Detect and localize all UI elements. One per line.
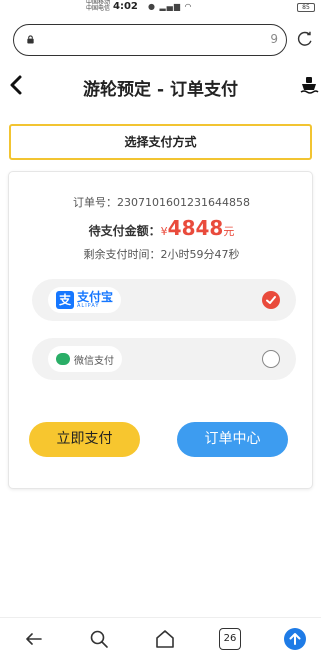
pay-now-button[interactable]: 立即支付 (29, 422, 140, 457)
wechat-pay-name: 微信支付 (74, 355, 114, 367)
alipay-text: 支付宝 ALIPAY (77, 291, 113, 309)
remaining-time-label: 剩余支付时间： (83, 248, 161, 261)
battery-icon: 85 (297, 3, 315, 12)
amount-label: 待支付金额： (88, 224, 161, 238)
wifi-icon: ◠ (184, 2, 193, 11)
lock-icon (27, 35, 34, 44)
alipay-name-en: ALIPAY (77, 303, 100, 309)
status-time: 4:02 (113, 1, 138, 12)
tabs-icon[interactable]: 26 (219, 628, 241, 650)
wechat-icon (56, 353, 70, 365)
remaining-time-line: 剩余支付时间：2小时59分47秒 (9, 246, 314, 262)
amount-currency: ¥ (160, 225, 168, 238)
remaining-time: 2小时59分47秒 (160, 248, 240, 261)
ship-icon[interactable] (299, 75, 319, 95)
order-number-line: 订单号：2307101601231644858 (9, 194, 314, 210)
wechat-pay-option[interactable]: 微信支付 (32, 338, 296, 380)
url-text: 9 (270, 32, 278, 46)
signal-icon: ▂▄▆ (159, 2, 181, 11)
amount-value: 4848 (167, 216, 224, 240)
search-icon[interactable] (88, 628, 110, 650)
order-number: 2307101601231644858 (117, 196, 250, 209)
amount-line: 待支付金额：¥4848元 (9, 216, 314, 240)
carrier-info: 中国移动 中国电信 (86, 0, 110, 12)
status-icons: ● ▂▄▆ ◠ (148, 2, 193, 11)
payment-method-header: 选择支付方式 (9, 124, 312, 160)
alipay-option[interactable]: 支 支付宝 ALIPAY (32, 279, 296, 321)
bottom-nav: 26 (0, 617, 321, 660)
carrier-line-2: 中国电信 (86, 5, 111, 12)
alipay-logo: 支 支付宝 ALIPAY (48, 287, 122, 313)
wechat-pay-radio[interactable] (262, 350, 280, 368)
amount-unit: 元 (223, 225, 235, 238)
alipay-name: 支付宝 (77, 290, 114, 304)
wechat-pay-logo: 微信支付 (48, 346, 122, 372)
url-bar[interactable]: 9 (13, 24, 287, 56)
payment-card: 订单号：2307101601231644858 待支付金额：¥4848元 剩余支… (8, 171, 313, 489)
upload-icon[interactable] (284, 628, 306, 650)
home-icon[interactable] (154, 628, 176, 650)
notification-icon: ● (148, 2, 156, 11)
order-number-label: 订单号： (73, 196, 117, 209)
alipay-icon: 支 (56, 291, 74, 309)
refresh-icon[interactable] (296, 30, 314, 48)
alipay-radio-checked[interactable] (262, 291, 280, 309)
order-center-button[interactable]: 订单中心 (177, 422, 288, 457)
status-bar: 中国移动 中国电信 4:02 ● ▂▄▆ ◠ 85 (0, 0, 321, 16)
back-arrow-icon[interactable] (23, 628, 45, 650)
page-title: 游轮预定 - 订单支付 (83, 80, 238, 100)
